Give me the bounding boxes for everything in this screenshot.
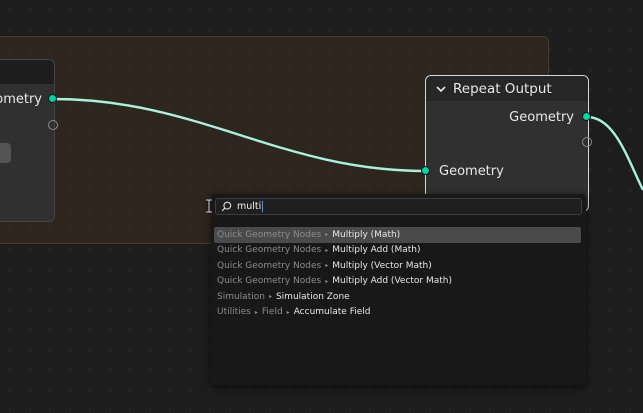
breadcrumb-arrow-icon: ▸ [268, 293, 272, 301]
left-node-secondary-socket[interactable] [48, 120, 58, 130]
result-node-name: Multiply (Math) [332, 229, 401, 240]
search-result-item[interactable]: Quick Geometry Nodes ▸ Multiply (Vector Ma… [214, 258, 581, 274]
search-query: multi [237, 201, 262, 212]
text-caret [262, 201, 264, 212]
breadcrumb-arrow-icon: ▸ [254, 308, 258, 316]
search-result-item[interactable]: Simulation ▸ Simulation Zone [214, 289, 581, 305]
repeat-output-extend-socket[interactable] [582, 137, 592, 147]
add-node-search-popup: multi Quick Geometry Nodes ▸ Multiply (Mat… [211, 194, 586, 385]
result-node-name: Simulation Zone [275, 291, 350, 302]
result-category: Quick Geometry Nodes [217, 229, 322, 240]
breadcrumb-arrow-icon: ▸ [286, 308, 290, 316]
breadcrumb-arrow-icon: ▸ [325, 246, 329, 254]
search-result-item[interactable]: Quick Geometry Nodes ▸ Multiply Add (Vecto… [214, 274, 581, 290]
result-category: Utilities [217, 307, 251, 318]
link-left-to-repeat-output[interactable] [52, 97, 427, 173]
result-node-name: Multiply Add (Math) [332, 245, 421, 256]
result-category: Field [261, 307, 283, 318]
repeat-output-geometry-output-socket[interactable] [582, 112, 591, 121]
result-category: Quick Geometry Nodes [217, 260, 322, 271]
result-category: Simulation [217, 291, 265, 302]
left-node-geometry-output-socket[interactable] [48, 94, 57, 103]
search-icon [221, 201, 232, 212]
search-input[interactable]: multi [215, 198, 582, 215]
breadcrumb-arrow-icon: ▸ [325, 262, 329, 270]
result-category: Quick Geometry Nodes [217, 276, 322, 287]
link-repeat-output-to-offscreen[interactable] [586, 115, 643, 191]
result-node-name: Multiply Add (Vector Math) [332, 276, 453, 287]
search-results-list: Quick Geometry Nodes ▸ Multiply (Math) Quic… [214, 227, 581, 320]
repeat-output-geometry-input-socket[interactable] [421, 166, 430, 175]
result-category: Quick Geometry Nodes [217, 245, 322, 256]
search-result-item[interactable]: Quick Geometry Nodes ▸ Multiply (Math) [214, 227, 581, 243]
result-node-name: Accumulate Field [293, 307, 371, 318]
search-result-item[interactable]: Quick Geometry Nodes ▸ Multiply Add (Math) [214, 243, 581, 259]
breadcrumb-arrow-icon: ▸ [325, 277, 329, 285]
result-node-name: Multiply (Vector Math) [332, 260, 432, 271]
breadcrumb-arrow-icon: ▸ [325, 231, 329, 239]
text-cursor-icon [206, 199, 212, 213]
search-result-item[interactable]: Utilities ▸ Field ▸ Accumulate Field [214, 305, 581, 321]
